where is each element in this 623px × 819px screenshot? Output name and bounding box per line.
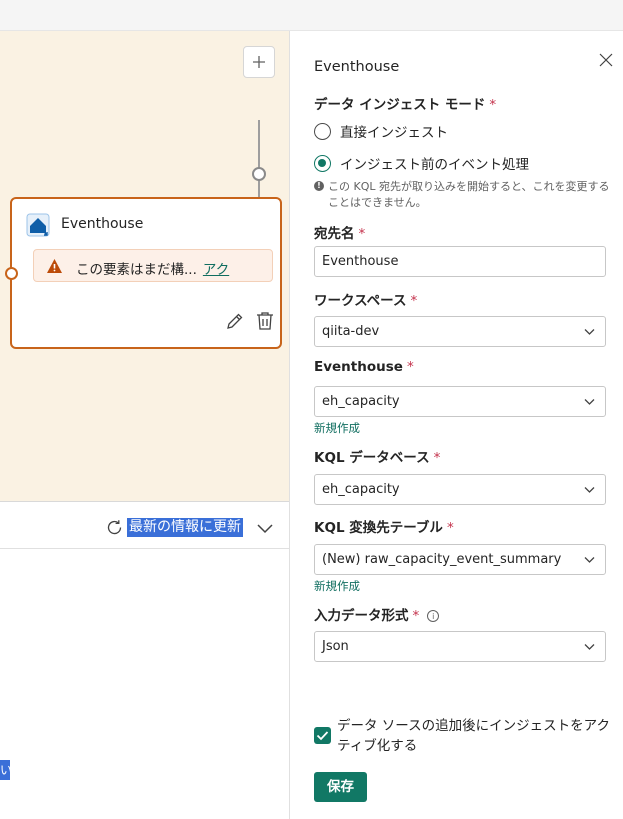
input-format-label: 入力データ形式 * i: [314, 604, 440, 624]
input-format-value: Json: [322, 639, 349, 654]
chevron-down-icon[interactable]: [256, 522, 274, 534]
radio-button[interactable]: [314, 122, 331, 140]
input-format-select[interactable]: Json: [314, 631, 606, 662]
top-strip: [0, 0, 623, 31]
close-icon[interactable]: [599, 53, 613, 67]
ingest-note: ! この KQL 宛先が取り込みを開始すると、これを変更することはできません。: [314, 179, 614, 211]
plus-icon: [253, 56, 265, 68]
delete-icon[interactable]: [256, 311, 274, 331]
workspace-label: ワークスペース *: [314, 289, 417, 309]
node-input-port[interactable]: [5, 267, 18, 280]
required-mark: *: [406, 359, 414, 375]
workspace-label-text: ワークスペース: [314, 293, 407, 309]
kql-database-value: eh_capacity: [322, 482, 400, 497]
zoom-in-button[interactable]: [243, 46, 275, 78]
required-mark: *: [489, 97, 497, 113]
destination-name-label: 宛先名 *: [314, 222, 365, 242]
required-mark: *: [446, 520, 454, 536]
required-mark: *: [433, 450, 441, 466]
chevron-down-icon: [584, 487, 595, 493]
app-root: Eventhouse この要素はまだ構... アク 最新の情報に更新 い Eve…: [0, 0, 623, 819]
kql-database-label-text: KQL データベース: [314, 450, 430, 466]
workspace-value: qiita-dev: [322, 324, 380, 339]
selected-text-fragment: い: [0, 760, 10, 780]
radio-direct-ingest[interactable]: 直接インジェスト: [314, 121, 448, 141]
radio-event-processing[interactable]: インジェスト前のイベント処理: [314, 153, 529, 173]
refresh-icon[interactable]: [106, 519, 123, 536]
warning-message: この要素はまだ構...: [76, 262, 197, 278]
required-mark: *: [410, 293, 418, 309]
info-icon: !: [314, 181, 324, 191]
node-title: Eventhouse: [61, 216, 144, 232]
destination-name-label-text: 宛先名: [314, 226, 355, 242]
eventhouse-value: eh_capacity: [322, 394, 400, 409]
canvas[interactable]: Eventhouse この要素はまだ構... アク: [0, 31, 290, 501]
node-warning: この要素はまだ構... アク: [33, 249, 273, 282]
activate-checkbox[interactable]: [314, 727, 331, 744]
zoom-slider-thumb[interactable]: [252, 167, 266, 181]
ingest-note-text: この KQL 宛先が取り込みを開始すると、これを変更することはできません。: [328, 180, 610, 209]
data-preview-pane: 最新の情報に更新 い: [0, 501, 289, 819]
panel-title: Eventhouse: [314, 59, 400, 75]
warning-text: この要素はまだ構... アク: [76, 258, 229, 278]
chevron-down-icon: [584, 557, 595, 563]
create-eventhouse-link[interactable]: 新規作成: [314, 420, 360, 436]
radio-label: 直接インジェスト: [340, 125, 448, 141]
required-mark: *: [358, 226, 366, 242]
kql-database-label: KQL データベース *: [314, 446, 440, 466]
radio-label: インジェスト前のイベント処理: [340, 157, 529, 173]
ingest-mode-label-text: データ インジェスト モード: [314, 97, 486, 113]
required-mark: *: [412, 608, 420, 624]
activate-checkbox-label: データ ソースの追加後にインジェストをアクティブ化する: [337, 718, 610, 754]
edit-icon[interactable]: [226, 312, 244, 330]
radio-button-checked[interactable]: [314, 154, 331, 172]
workspace-select[interactable]: qiita-dev: [314, 316, 606, 347]
eventhouse-label-text: Eventhouse: [314, 359, 403, 375]
kql-table-value: (New) raw_capacity_event_summary: [322, 552, 562, 567]
info-icon[interactable]: i: [427, 610, 440, 622]
destination-name-input[interactable]: Eventhouse: [314, 246, 606, 277]
eventhouse-label: Eventhouse *: [314, 359, 414, 375]
warning-icon: [47, 259, 62, 273]
create-table-link[interactable]: 新規作成: [314, 578, 360, 594]
ingest-mode-label: データ インジェスト モード *: [314, 93, 496, 113]
chevron-down-icon: [584, 329, 595, 335]
preview-header: 最新の情報に更新: [0, 502, 289, 549]
eventhouse-icon: [26, 213, 50, 237]
kql-table-label-text: KQL 変換先テーブル: [314, 520, 443, 536]
input-format-label-text: 入力データ形式: [314, 608, 409, 624]
refresh-button[interactable]: 最新の情報に更新: [127, 518, 243, 537]
chevron-down-icon: [584, 399, 595, 405]
kql-table-label: KQL 変換先テーブル *: [314, 516, 454, 536]
kql-database-select[interactable]: eh_capacity: [314, 474, 606, 505]
warning-link[interactable]: アク: [203, 262, 229, 278]
save-button[interactable]: 保存: [314, 772, 367, 802]
checkmark-icon: [316, 731, 329, 741]
eventhouse-select[interactable]: eh_capacity: [314, 386, 606, 417]
kql-table-select[interactable]: (New) raw_capacity_event_summary: [314, 544, 606, 575]
eventhouse-node[interactable]: Eventhouse この要素はまだ構... アク: [5, 197, 282, 349]
chevron-down-icon: [584, 644, 595, 650]
properties-panel: Eventhouse データ インジェスト モード * 直接インジェスト インジェ…: [290, 31, 623, 819]
